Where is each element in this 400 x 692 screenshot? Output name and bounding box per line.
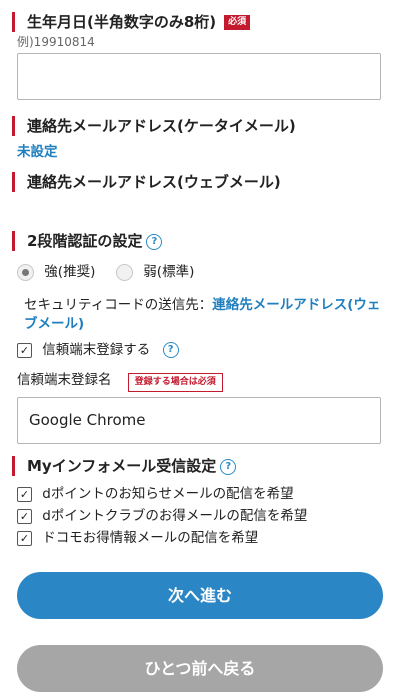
mail-option-dpoint-notice[interactable]: ✓ dポイントのお知らせメールの配信を希望 — [17, 484, 294, 504]
security-code-destination: セキュリティコードの送信先：連絡先メールアドレス(ウェブメール) — [24, 296, 386, 334]
web-email-heading: 連絡先メールアドレス(ウェブメール) — [12, 172, 281, 192]
help-icon[interactable]: ? — [146, 233, 163, 250]
birthdate-label: 生年月日(半角数字のみ8桁) — [27, 13, 217, 31]
mail-option-docomo-deals[interactable]: ✓ ドコモお得情報メールの配信を希望 — [17, 528, 258, 548]
checkbox-checked-icon[interactable]: ✓ — [17, 508, 32, 524]
radio-weak-label: 弱(標準) — [143, 264, 195, 280]
my-info-mail-label: Myインフォメール受信設定 — [27, 457, 217, 475]
mail-option-label: dポイントクラブのお得メールの配信を希望 — [42, 508, 308, 524]
two-factor-heading: 2段階認証の設定? — [12, 231, 163, 251]
checkbox-checked-icon[interactable]: ✓ — [17, 342, 32, 358]
mail-option-label: dポイントのお知らせメールの配信を希望 — [42, 486, 294, 502]
radio-strong[interactable]: 強(推奨) — [17, 262, 95, 282]
checkbox-checked-icon[interactable]: ✓ — [17, 530, 32, 546]
mobile-email-heading: 連絡先メールアドレス(ケータイメール) — [12, 116, 296, 136]
next-button[interactable]: 次へ進む — [17, 572, 383, 619]
trusted-name-row: 信頼端末登録名 登録する場合は必須 — [17, 370, 223, 392]
trusted-device-checkbox[interactable]: ✓ 信頼端末登録する ? — [17, 340, 179, 360]
birthdate-input[interactable] — [17, 53, 381, 100]
conditional-required-badge: 登録する場合は必須 — [127, 373, 223, 392]
trusted-device-label: 信頼端末登録する — [42, 342, 151, 358]
radio-weak[interactable]: 弱(標準) — [116, 262, 194, 282]
radio-strong-label: 強(推奨) — [44, 264, 96, 280]
radio-unselected-icon[interactable] — [116, 263, 133, 281]
mail-option-dpoint-club[interactable]: ✓ dポイントクラブのお得メールの配信を希望 — [17, 506, 307, 526]
two-factor-label: 2段階認証の設定 — [27, 232, 143, 250]
trusted-name-input[interactable]: Google Chrome — [17, 397, 381, 444]
birthdate-example: 例)19910814 — [17, 35, 95, 49]
help-icon[interactable]: ? — [220, 458, 237, 475]
required-badge: 必須 — [224, 15, 251, 30]
back-button[interactable]: ひとつ前へ戻る — [17, 645, 383, 692]
help-icon[interactable]: ? — [162, 342, 179, 358]
birthdate-heading: 生年月日(半角数字のみ8桁) 必須 — [12, 12, 251, 32]
my-info-mail-heading: Myインフォメール受信設定? — [12, 456, 237, 476]
mail-option-label: ドコモお得情報メールの配信を希望 — [42, 530, 259, 546]
destination-prefix: セキュリティコードの送信先： — [24, 297, 213, 313]
radio-selected-icon[interactable] — [17, 263, 34, 281]
mobile-email-status-link[interactable]: 未設定 — [17, 140, 58, 160]
checkbox-checked-icon[interactable]: ✓ — [17, 486, 32, 502]
trusted-name-label: 信頼端末登録名 — [17, 372, 112, 388]
